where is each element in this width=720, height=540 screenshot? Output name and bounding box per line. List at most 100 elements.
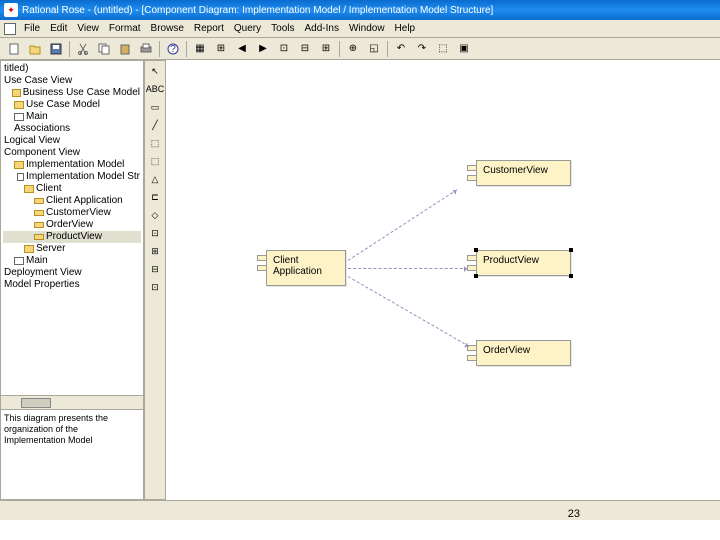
cut-button[interactable]: [73, 40, 93, 58]
menu-query[interactable]: Query: [230, 22, 265, 35]
tree-item[interactable]: OrderView: [3, 219, 141, 231]
help-button[interactable]: ?: [163, 40, 183, 58]
toolbox-tool-11[interactable]: ⊟: [146, 261, 164, 277]
toolbox-tool-1[interactable]: ABC: [146, 81, 164, 97]
view1-button[interactable]: ⊡: [274, 40, 294, 58]
toolbox-tool-3[interactable]: ╱: [146, 117, 164, 133]
component-label: Client Application: [273, 255, 322, 277]
menu-browse[interactable]: Browse: [147, 22, 188, 35]
component-order-view[interactable]: OrderView: [476, 340, 571, 366]
tree-item-label: Server: [36, 243, 65, 255]
tree-item[interactable]: Main: [3, 255, 141, 267]
zoom-in-button[interactable]: ⊕: [343, 40, 363, 58]
redo-button[interactable]: ↷: [412, 40, 432, 58]
tree-item[interactable]: Model Properties: [3, 279, 141, 291]
menu-window[interactable]: Window: [345, 22, 389, 35]
tree-item[interactable]: Logical View: [3, 135, 141, 147]
save-button[interactable]: [46, 40, 66, 58]
toolbox-tool-5[interactable]: ⬚: [146, 153, 164, 169]
toolbox-tool-6[interactable]: △: [146, 171, 164, 187]
tree-item-label: CustomerView: [46, 207, 111, 219]
browse-button[interactable]: ⊞: [211, 40, 231, 58]
paste-button[interactable]: [115, 40, 135, 58]
toolbox-tool-10[interactable]: ⊞: [146, 243, 164, 259]
component-label: CustomerView: [483, 165, 548, 176]
toolbox-tool-8[interactable]: ◇: [146, 207, 164, 223]
package-icon: [17, 173, 24, 181]
zoom-fit-button[interactable]: ◱: [364, 40, 384, 58]
folder-icon: [12, 89, 21, 97]
component-product-view[interactable]: ProductView: [476, 250, 571, 276]
component-icon: [34, 234, 44, 240]
tree-item-label: Implementation Model Str: [26, 171, 140, 183]
tree-item-label: Main: [26, 255, 48, 267]
tree-item-label: Client: [36, 183, 62, 195]
component-label: OrderView: [483, 345, 530, 356]
tree-item[interactable]: Use Case Model: [3, 99, 141, 111]
tree-item[interactable]: Implementation Model: [3, 159, 141, 171]
tree-item-label: titled): [4, 63, 28, 75]
doc-icon: [4, 23, 16, 35]
nav-back-button[interactable]: ◀: [232, 40, 252, 58]
toolbox-tool-2[interactable]: ▭: [146, 99, 164, 115]
toolbox-tool-0[interactable]: ↖: [146, 63, 164, 79]
tool-a-button[interactable]: ⬚: [433, 40, 453, 58]
tree-item-label: Use Case View: [4, 75, 72, 87]
window-title: Rational Rose - (untitled) - [Component …: [22, 5, 493, 16]
dependency-arrow[interactable]: [348, 268, 468, 269]
toolbox-tool-7[interactable]: ⊏: [146, 189, 164, 205]
documentation-pane[interactable]: This diagram presents the organization o…: [1, 409, 143, 499]
tree-item-label: Implementation Model: [26, 159, 124, 171]
tree-item[interactable]: CustomerView: [3, 207, 141, 219]
tree-scrollbar[interactable]: [1, 395, 143, 409]
folder-icon: [14, 161, 24, 169]
tree-item[interactable]: Client: [3, 183, 141, 195]
menu-tools[interactable]: Tools: [267, 22, 298, 35]
menu-report[interactable]: Report: [190, 22, 228, 35]
tree-item[interactable]: Client Application: [3, 195, 141, 207]
view2-button[interactable]: ⊟: [295, 40, 315, 58]
tree-item[interactable]: Component View: [3, 147, 141, 159]
tree-item[interactable]: Business Use Case Model: [3, 87, 141, 99]
view3-button[interactable]: ⊞: [316, 40, 336, 58]
menu-bar: File Edit View Format Browse Report Quer…: [0, 20, 720, 38]
menu-view[interactable]: View: [73, 22, 103, 35]
tree-item[interactable]: ProductView: [3, 231, 141, 243]
tree-item-label: OrderView: [46, 219, 93, 231]
tool-b-button[interactable]: ▣: [454, 40, 474, 58]
tree-item[interactable]: Server: [3, 243, 141, 255]
browse-class-button[interactable]: ▦: [190, 40, 210, 58]
undo-button[interactable]: ↶: [391, 40, 411, 58]
tree-item-label: Associations: [14, 123, 70, 135]
tree-item[interactable]: Main: [3, 111, 141, 123]
new-button[interactable]: [4, 40, 24, 58]
tree-item[interactable]: Deployment View: [3, 267, 141, 279]
dependency-arrow[interactable]: [348, 276, 470, 347]
component-client-application[interactable]: Client Application: [266, 250, 346, 286]
tree-item[interactable]: Use Case View: [3, 75, 141, 87]
tree-item[interactable]: Implementation Model Str: [3, 171, 141, 183]
menu-help[interactable]: Help: [391, 22, 420, 35]
component-customer-view[interactable]: CustomerView: [476, 160, 571, 186]
tree-item-label: Component View: [4, 147, 80, 159]
model-browser: titled)Use Case ViewBusiness Use Case Mo…: [0, 60, 144, 500]
print-button[interactable]: [136, 40, 156, 58]
tree-item-label: ProductView: [46, 231, 102, 243]
diagram-canvas[interactable]: Client Application CustomerView ProductV…: [166, 60, 720, 500]
menu-edit[interactable]: Edit: [46, 22, 71, 35]
model-tree[interactable]: titled)Use Case ViewBusiness Use Case Mo…: [1, 61, 143, 395]
dependency-arrow[interactable]: [348, 189, 458, 261]
tree-item-label: Deployment View: [4, 267, 82, 279]
menu-file[interactable]: File: [20, 22, 44, 35]
nav-fwd-button[interactable]: ▶: [253, 40, 273, 58]
menu-format[interactable]: Format: [105, 22, 145, 35]
tree-item[interactable]: titled): [3, 63, 141, 75]
main-toolbar: ? ▦ ⊞ ◀ ▶ ⊡ ⊟ ⊞ ⊕ ◱ ↶ ↷ ⬚ ▣: [0, 38, 720, 60]
menu-addins[interactable]: Add-Ins: [301, 22, 343, 35]
copy-button[interactable]: [94, 40, 114, 58]
toolbox-tool-12[interactable]: ⊡: [146, 279, 164, 295]
open-button[interactable]: [25, 40, 45, 58]
toolbox-tool-9[interactable]: ⊡: [146, 225, 164, 241]
toolbox-tool-4[interactable]: ⬚: [146, 135, 164, 151]
tree-item[interactable]: Associations: [3, 123, 141, 135]
